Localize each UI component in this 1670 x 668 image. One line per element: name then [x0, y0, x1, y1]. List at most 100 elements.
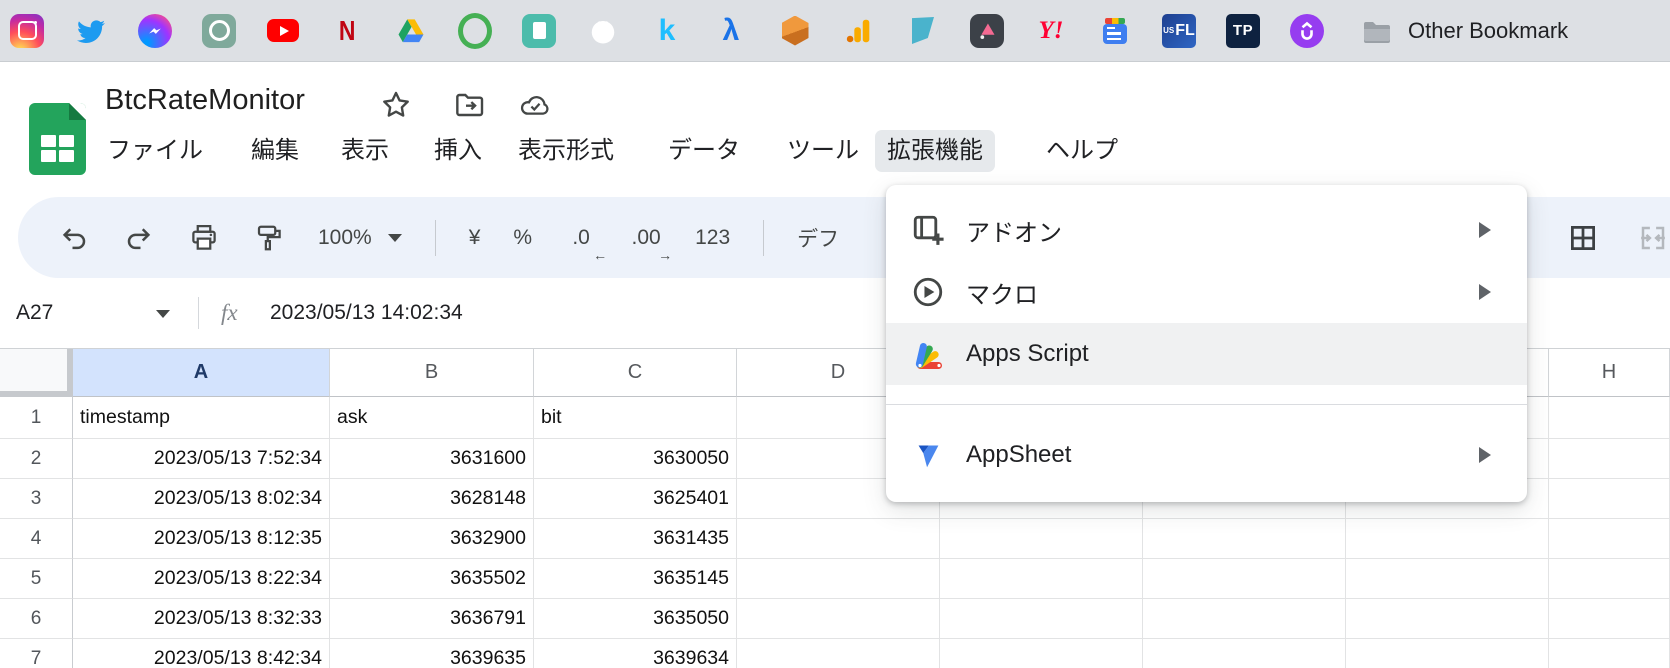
- cell-a1[interactable]: timestamp: [73, 397, 330, 439]
- cell[interactable]: [1549, 397, 1670, 439]
- menu-edit[interactable]: 編集: [239, 130, 311, 172]
- cell[interactable]: [1346, 639, 1549, 668]
- cell-b4[interactable]: 3632900: [330, 519, 534, 559]
- usfl-icon[interactable]: US FL: [1162, 13, 1196, 48]
- cell-a2[interactable]: 2023/05/13 7:52:34: [73, 439, 330, 479]
- cell-a4[interactable]: 2023/05/13 8:12:35: [73, 519, 330, 559]
- cell[interactable]: [737, 639, 940, 668]
- google-drive-icon[interactable]: [394, 14, 428, 48]
- row-header[interactable]: 7: [0, 639, 73, 668]
- menu-view[interactable]: 表示: [329, 130, 401, 172]
- decrease-decimal-button[interactable]: .0 ←: [565, 222, 607, 263]
- menu-file[interactable]: ファイル: [95, 130, 215, 172]
- cell[interactable]: [940, 519, 1143, 559]
- cell-c6[interactable]: 3635050: [534, 599, 737, 639]
- row-header[interactable]: 4: [0, 519, 73, 559]
- row-header[interactable]: 6: [0, 599, 73, 639]
- analytics-icon[interactable]: [842, 14, 876, 48]
- menu-data[interactable]: データ: [656, 130, 752, 172]
- star-icon[interactable]: [379, 88, 413, 122]
- cell[interactable]: [1143, 639, 1346, 668]
- cell[interactable]: [940, 559, 1143, 599]
- cell-c7[interactable]: 3639634: [534, 639, 737, 668]
- menu-item-apps-script[interactable]: Apps Script: [886, 323, 1527, 385]
- cell[interactable]: [940, 599, 1143, 639]
- netflix-icon[interactable]: N: [330, 14, 364, 48]
- cell-b5[interactable]: 3635502: [330, 559, 534, 599]
- cell-a5[interactable]: 2023/05/13 8:22:34: [73, 559, 330, 599]
- kaggle-icon[interactable]: k: [650, 14, 684, 48]
- column-header-b[interactable]: B: [330, 349, 534, 397]
- cell[interactable]: [1549, 519, 1670, 559]
- zoom-control[interactable]: 100%: [318, 226, 402, 250]
- cell[interactable]: [1346, 519, 1549, 559]
- menu-item-macros[interactable]: マクロ: [886, 261, 1527, 323]
- paint-format-icon[interactable]: [253, 222, 285, 254]
- format-currency-button[interactable]: ¥: [469, 222, 481, 254]
- cell-b2[interactable]: 3631600: [330, 439, 534, 479]
- row-header[interactable]: 1: [0, 397, 73, 439]
- formula-input[interactable]: 2023/05/13 14:02:34: [270, 278, 463, 348]
- undo-icon[interactable]: [58, 222, 90, 254]
- cell[interactable]: [1346, 559, 1549, 599]
- menu-tools[interactable]: ツール: [775, 130, 871, 172]
- cell[interactable]: [1549, 479, 1670, 519]
- cell[interactable]: [1143, 559, 1346, 599]
- font-select-clipped[interactable]: デフ: [797, 222, 839, 254]
- cell[interactable]: [1549, 639, 1670, 668]
- borders-icon[interactable]: [1567, 222, 1599, 254]
- cell-b7[interactable]: 3639635: [330, 639, 534, 668]
- menu-extensions[interactable]: 拡張機能: [875, 130, 995, 172]
- format-percent-button[interactable]: %: [513, 222, 532, 254]
- lambda-icon[interactable]: λ: [714, 14, 748, 48]
- select-all-corner[interactable]: [0, 349, 73, 397]
- cell-a6[interactable]: 2023/05/13 8:32:33: [73, 599, 330, 639]
- menu-help[interactable]: ヘルプ: [1034, 130, 1130, 172]
- teal-document-icon[interactable]: [522, 13, 556, 48]
- cloud-saved-icon[interactable]: [518, 88, 552, 122]
- cell[interactable]: [1549, 439, 1670, 479]
- cell[interactable]: [1549, 559, 1670, 599]
- other-bookmarks-button[interactable]: Other Bookmark: [1360, 14, 1568, 48]
- cell-b6[interactable]: 3636791: [330, 599, 534, 639]
- row-header[interactable]: 3: [0, 479, 73, 519]
- cell[interactable]: [737, 559, 940, 599]
- cell[interactable]: [737, 599, 940, 639]
- move-to-folder-icon[interactable]: [453, 88, 487, 122]
- yahoo-icon[interactable]: Y!: [1034, 14, 1068, 48]
- google-news-icon[interactable]: [1098, 14, 1132, 48]
- instagram-icon[interactable]: [10, 13, 44, 48]
- green-swirl-icon[interactable]: [458, 14, 492, 48]
- teal-flag-icon[interactable]: [906, 14, 940, 48]
- menu-item-addons[interactable]: アドオン: [886, 199, 1527, 261]
- number-format-button[interactable]: 123: [695, 222, 730, 254]
- cell-c2[interactable]: 3630050: [534, 439, 737, 479]
- menu-insert[interactable]: 挿入: [422, 130, 494, 172]
- twitter-icon[interactable]: [74, 14, 108, 48]
- cell-c3[interactable]: 3625401: [534, 479, 737, 519]
- cell-b1[interactable]: ask: [330, 397, 534, 439]
- cell[interactable]: [940, 639, 1143, 668]
- cell-a7[interactable]: 2023/05/13 8:42:34: [73, 639, 330, 668]
- cell[interactable]: [1346, 599, 1549, 639]
- column-header-a[interactable]: A: [73, 349, 330, 397]
- cell[interactable]: [1143, 599, 1346, 639]
- github-icon[interactable]: [586, 14, 620, 48]
- document-title[interactable]: BtcRateMonitor: [105, 84, 305, 117]
- cell-c4[interactable]: 3631435: [534, 519, 737, 559]
- youtube-icon[interactable]: [266, 14, 300, 48]
- menu-format[interactable]: 表示形式: [506, 130, 626, 172]
- cell-a3[interactable]: 2023/05/13 8:02:34: [73, 479, 330, 519]
- row-header[interactable]: 5: [0, 559, 73, 599]
- cell-c1[interactable]: bit: [534, 397, 737, 439]
- cell-b3[interactable]: 3628148: [330, 479, 534, 519]
- redo-icon[interactable]: [123, 222, 155, 254]
- messenger-icon[interactable]: [138, 13, 172, 48]
- udemy-icon[interactable]: [1290, 13, 1324, 48]
- cell[interactable]: [737, 519, 940, 559]
- menu-item-appsheet[interactable]: AppSheet: [886, 424, 1527, 486]
- cell[interactable]: [1549, 599, 1670, 639]
- cell[interactable]: [1143, 519, 1346, 559]
- tp-icon[interactable]: TP: [1226, 13, 1260, 48]
- cell-c5[interactable]: 3635145: [534, 559, 737, 599]
